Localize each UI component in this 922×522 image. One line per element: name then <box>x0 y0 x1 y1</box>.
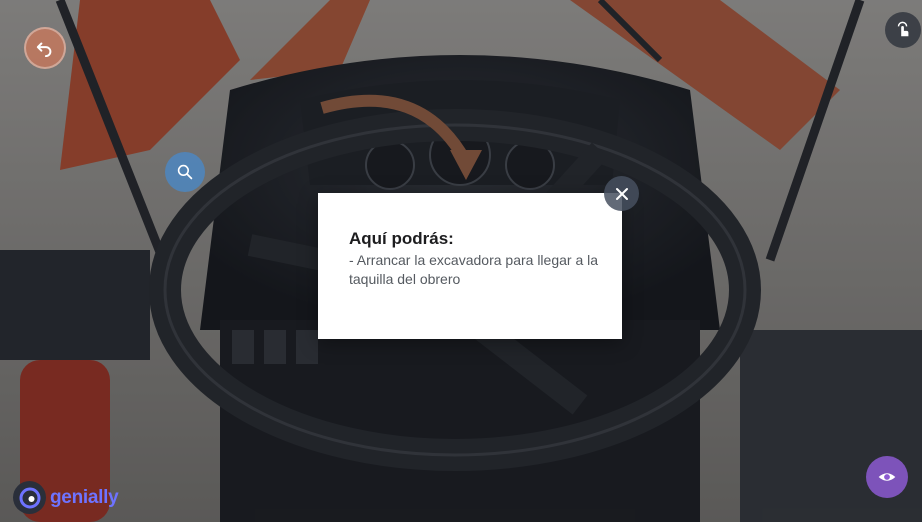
modal-title: Aquí podrás: <box>349 229 454 248</box>
search-hotspot-button[interactable] <box>165 152 205 192</box>
touch-hand-icon <box>897 21 909 37</box>
eye-icon <box>878 473 896 481</box>
genially-logo-icon <box>13 481 46 514</box>
info-modal: Aquí podrás: - Arrancar la excavadora pa… <box>318 193 622 339</box>
eye-view-button[interactable] <box>866 456 908 498</box>
magnifier-icon <box>177 164 193 180</box>
touch-interaction-button[interactable] <box>885 12 921 48</box>
undo-arrow-icon <box>36 42 52 57</box>
modal-close-button[interactable] <box>604 176 639 211</box>
brand-name: genially <box>50 486 119 508</box>
genially-slide: Aquí podrás: - Arrancar la excavadora pa… <box>0 0 922 522</box>
genially-brand-link[interactable]: genially <box>13 481 119 514</box>
modal-body-text: - Arrancar la excavadora para llegar a l… <box>349 252 599 287</box>
close-icon <box>615 187 628 200</box>
back-button[interactable] <box>24 27 66 69</box>
